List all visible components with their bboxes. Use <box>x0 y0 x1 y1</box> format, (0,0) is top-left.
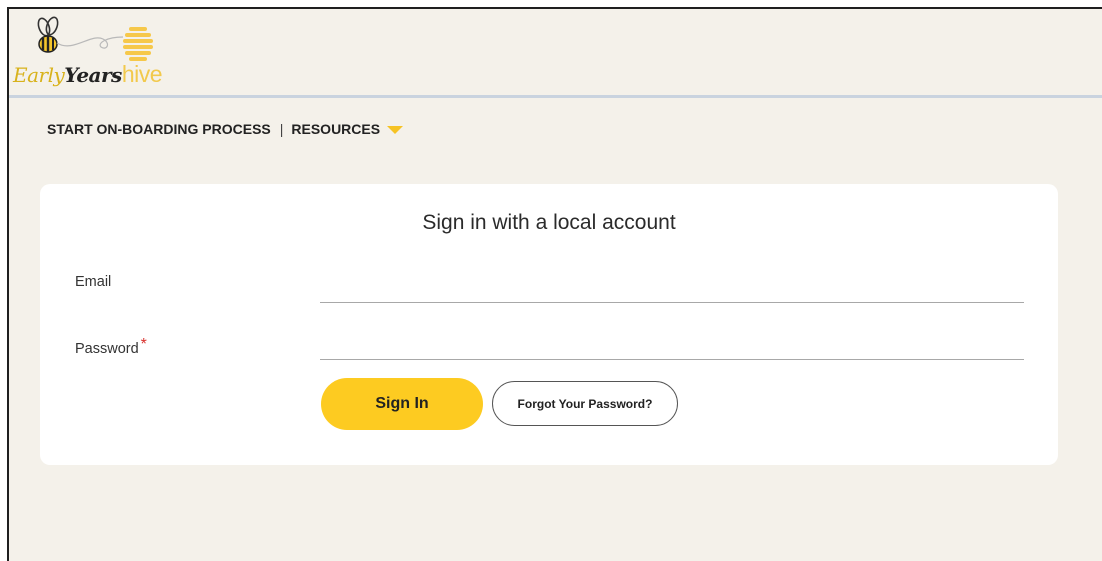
logo-text-hive: hive <box>121 61 163 87</box>
nav-item-resources[interactable]: RESOURCES <box>291 121 380 137</box>
site-header: EarlyYearshive <box>9 9 1102 98</box>
sign-in-button[interactable]: Sign In <box>321 378 483 430</box>
nav-separator: | <box>279 121 284 137</box>
logo-wordmark: EarlyYearshive <box>13 61 163 88</box>
sign-in-card: Sign in with a local account Email Passw… <box>40 184 1058 465</box>
email-label-text: Email <box>75 274 112 290</box>
page-frame: EarlyYearshive START ON-BOARDING PROCESS… <box>7 7 1102 561</box>
required-marker: * <box>140 336 147 353</box>
logo-text-early: Early <box>13 63 65 87</box>
password-label-text: Password <box>75 341 139 357</box>
nav-item-onboarding[interactable]: START ON-BOARDING PROCESS <box>47 121 271 137</box>
logo-text-years: Years <box>64 63 122 87</box>
forgot-password-button[interactable]: Forgot Your Password? <box>492 381 678 426</box>
bee-honeycomb-icon <box>37 16 153 61</box>
caret-down-icon[interactable] <box>387 126 404 134</box>
email-label: Email <box>75 274 111 290</box>
password-label: Password * <box>75 336 147 358</box>
main-nav: START ON-BOARDING PROCESS | RESOURCES <box>47 119 404 139</box>
email-field[interactable] <box>320 273 1024 303</box>
password-field[interactable] <box>320 330 1024 360</box>
site-logo[interactable]: EarlyYearshive <box>11 13 181 91</box>
page-title: Sign in with a local account <box>422 211 676 234</box>
